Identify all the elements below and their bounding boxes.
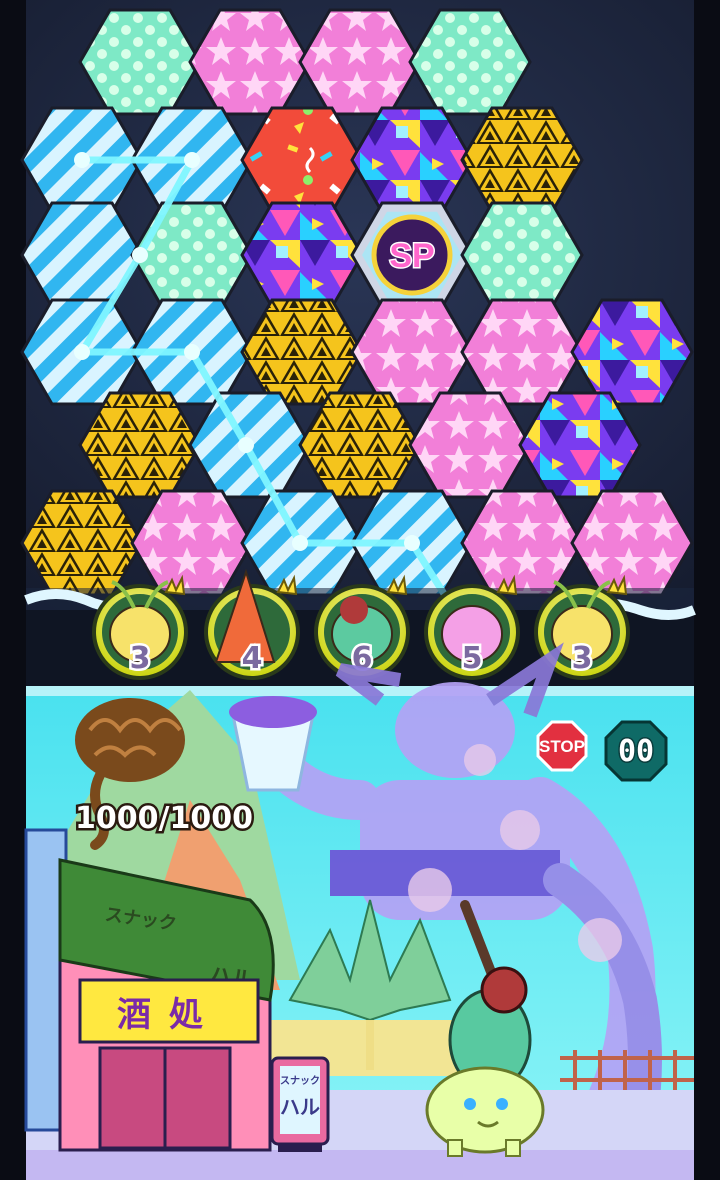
stop-button-label: STOP [539, 737, 585, 756]
unit-count: 3 [572, 641, 593, 676]
signboard-top-text: スナック [280, 1075, 320, 1087]
timer: 00 [604, 720, 668, 782]
enemy-hp-text: 1000/1000 [75, 801, 253, 836]
unit-count: 5 [462, 641, 483, 676]
ground-shadow [26, 1150, 694, 1180]
helmet-icon [480, 966, 528, 1014]
game-canvas: SP 34653 スナック 酒処 スナック ハル 1000/1000 STOP … [0, 0, 720, 1180]
sp-label: SP [389, 237, 434, 275]
pet-mount [425, 1066, 545, 1154]
unit-count: 4 [242, 641, 263, 676]
unit-count: 3 [130, 641, 151, 676]
signboard-bottom-text: ハル [280, 1095, 320, 1119]
right-frame [694, 0, 720, 1180]
left-frame [0, 0, 26, 1180]
shop-banner-text: 酒処 [117, 995, 221, 1035]
timer-value: 00 [618, 734, 654, 769]
signboard: スナック ハル [270, 1056, 330, 1152]
stop-button[interactable]: STOP [536, 720, 588, 772]
battle-scene: スナック ハル 酒処 スナック ハル 1000/1000 STOP [24, 642, 694, 1180]
game-stage: SP 34653 スナック 酒処 スナック ハル 1000/1000 STOP … [0, 0, 720, 1180]
